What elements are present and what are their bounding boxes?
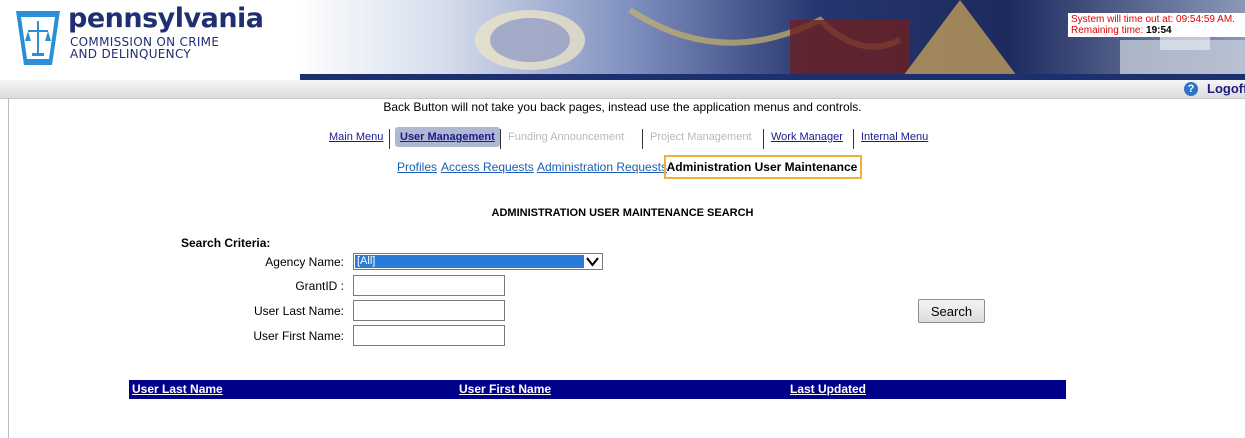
column-header-last-updated[interactable]: Last Updated [790, 382, 866, 396]
submenu-profiles[interactable]: Profiles [397, 160, 437, 174]
top-toolbar [0, 80, 1245, 99]
main-navigation: Main Menu User Management Funding Announ… [0, 127, 1245, 155]
menu-funding-announcement: Funding Announcement [508, 131, 625, 143]
menu-user-management[interactable]: User Management [395, 127, 500, 147]
chevron-down-icon [586, 257, 599, 267]
user-last-name-label: User Last Name: [253, 304, 344, 318]
remaining-value: 19:54 [1146, 25, 1172, 36]
grantid-label: GrantID : [295, 279, 344, 293]
grantid-input[interactable] [353, 275, 505, 296]
menu-separator [500, 129, 501, 149]
help-icon[interactable]: ? [1184, 82, 1198, 96]
user-first-name-label: User First Name: [253, 329, 344, 343]
back-button-notice: Back Button will not take you back pages… [383, 100, 862, 114]
timeout-text: System will time out at: 09:54:59 AM. [1071, 14, 1235, 25]
results-table-header: User Last Name User First Name Last Upda… [129, 380, 1066, 399]
column-header-user-first-name[interactable]: User First Name [459, 382, 551, 396]
user-first-name-input[interactable] [353, 325, 505, 346]
banner-artwork [300, 0, 1245, 80]
agency-logo-title: pennsylvania [68, 3, 264, 34]
menu-work-manager[interactable]: Work Manager [771, 131, 843, 143]
page-title: ADMINISTRATION USER MAINTENANCE SEARCH [491, 207, 754, 219]
agency-name-label: Agency Name: [265, 255, 344, 269]
menu-separator [642, 129, 643, 149]
menu-project-management: Project Management [650, 131, 752, 143]
menu-main-menu[interactable]: Main Menu [329, 131, 383, 143]
remaining-label: Remaining time: [1071, 25, 1147, 36]
submenu-administration-user-maintenance[interactable]: Administration User Maintenance [664, 155, 862, 179]
menu-internal-menu[interactable]: Internal Menu [861, 131, 928, 143]
session-timeout-box: System will time out at: 09:54:59 AM. Re… [1068, 13, 1245, 37]
logo-sub-line2: AND DELINQUENCY [70, 47, 192, 61]
search-criteria-label: Search Criteria: [181, 236, 271, 250]
logoff-link[interactable]: Logoff [1207, 81, 1245, 96]
column-header-user-last-name[interactable]: User Last Name [132, 382, 223, 396]
search-button[interactable]: Search [918, 299, 985, 323]
agency-name-select[interactable]: [All] [353, 253, 603, 270]
remaining-time: Remaining time: 19:54 [1071, 25, 1242, 36]
menu-separator [389, 129, 390, 149]
sub-navigation: Profiles Access Requests Administration … [0, 160, 1245, 180]
submenu-access-requests[interactable]: Access Requests [441, 160, 534, 174]
agency-logo-subtitle: COMMISSION ON CRIME AND DELINQUENCY [70, 36, 219, 60]
agency-name-selected-value: [All] [355, 255, 584, 268]
menu-separator [853, 129, 854, 149]
menu-separator [763, 129, 764, 149]
submenu-administration-requests[interactable]: Administration Requests [537, 160, 667, 174]
user-last-name-input[interactable] [353, 300, 505, 321]
header-banner: pennsylvania COMMISSION ON CRIME AND DEL… [0, 0, 1245, 80]
keystone-logo-icon [16, 11, 60, 65]
